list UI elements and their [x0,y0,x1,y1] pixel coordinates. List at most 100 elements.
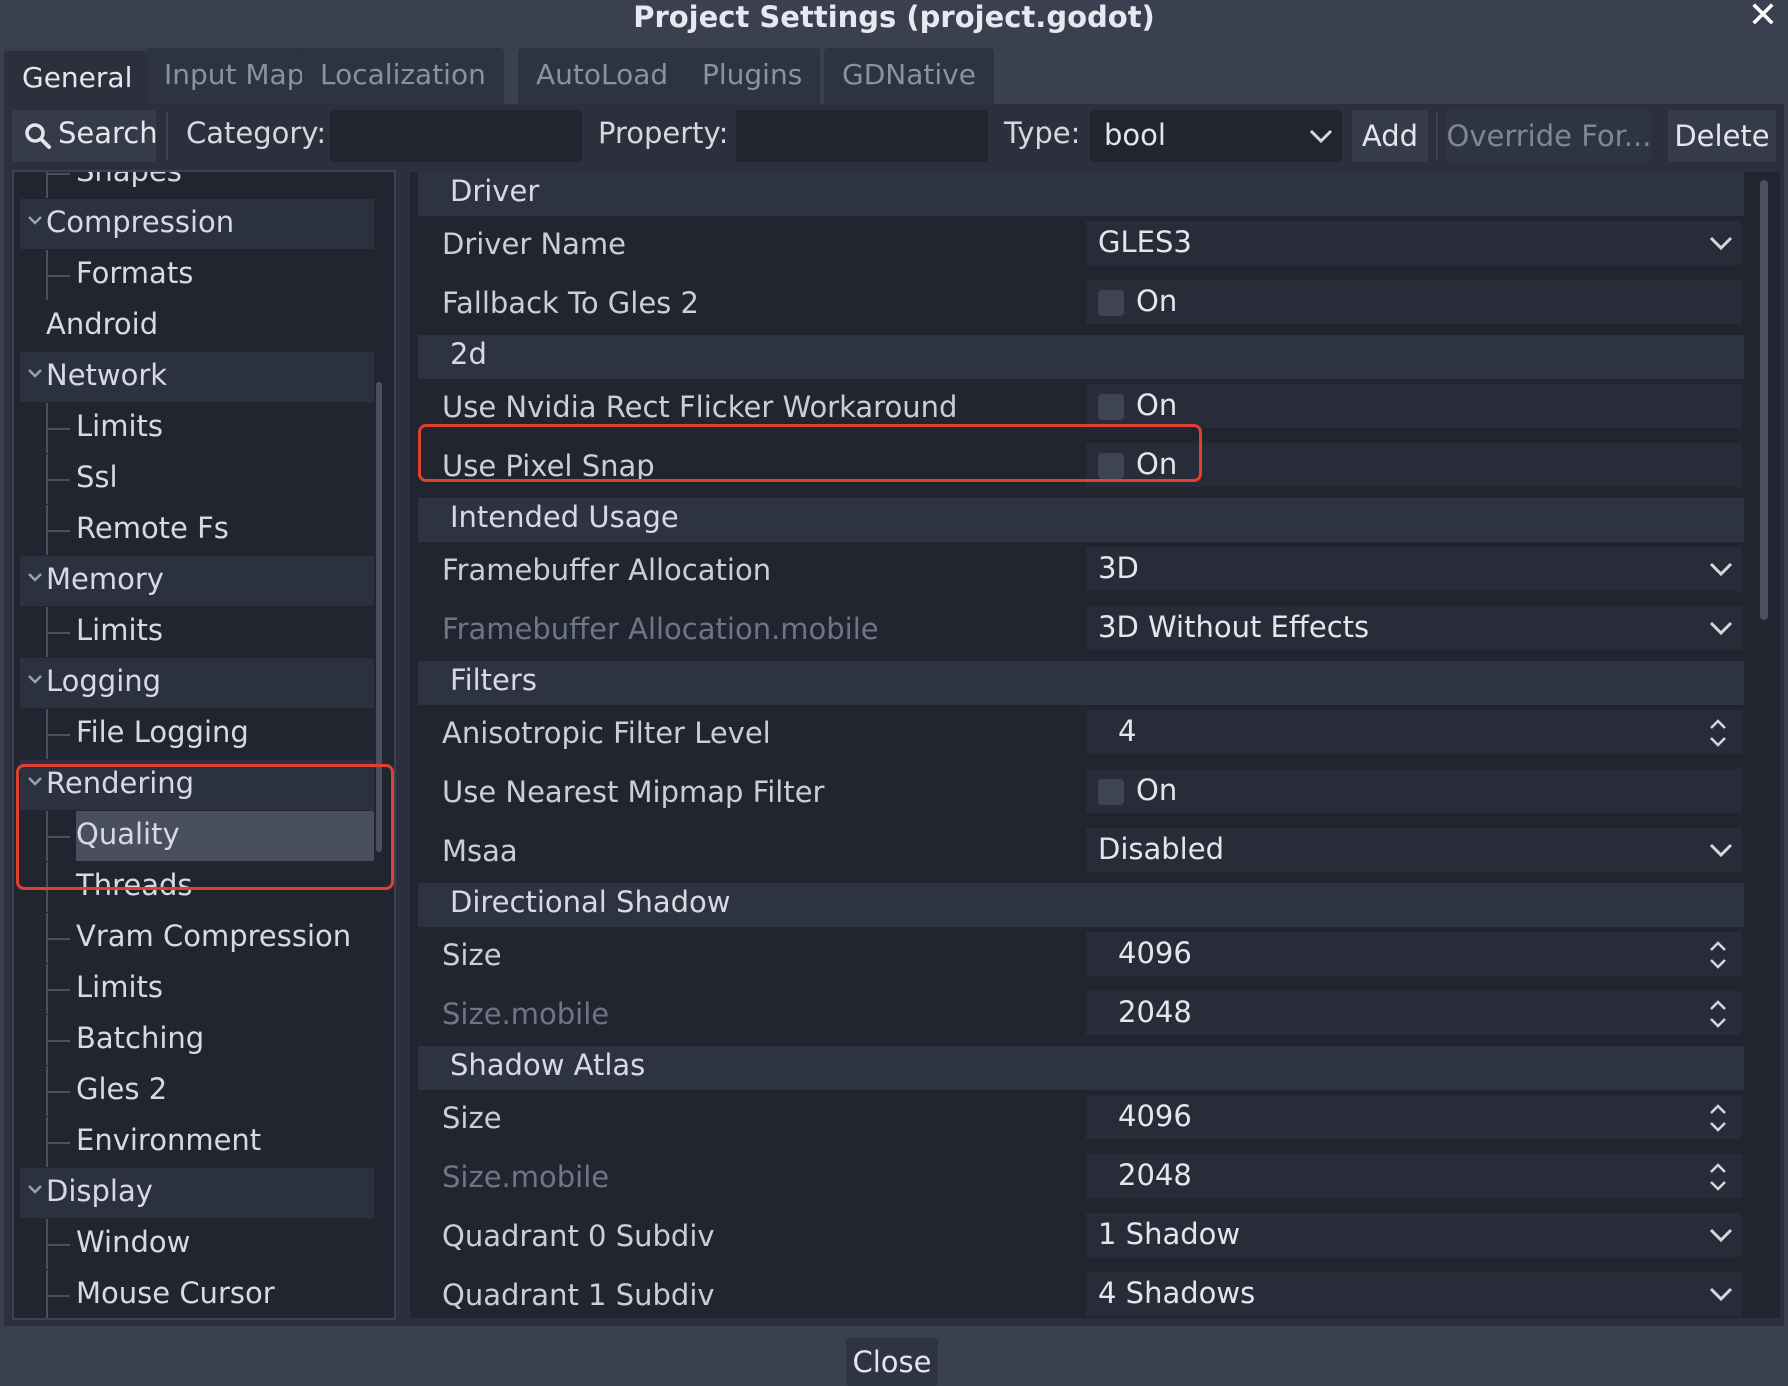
property-checkbox[interactable]: On [1086,280,1742,324]
tab-input-map[interactable]: Input Map [146,48,323,104]
tree-item-label: Formats [76,256,194,290]
spinner-arrows-icon[interactable] [1708,1162,1728,1192]
tree-item-remote-fs[interactable]: Remote Fs [20,505,374,555]
tree-item-limits[interactable]: Limits [20,964,374,1014]
tree-item-limits[interactable]: Limits [20,403,374,453]
property-dropdown[interactable]: 4 Shadows [1086,1272,1742,1316]
tree-item-shapes[interactable]: Shapes [20,172,374,198]
tree-item-network[interactable]: Network [20,352,374,402]
chevron-down-icon[interactable] [26,213,44,227]
property-dropdown[interactable]: GLES3 [1086,221,1742,265]
property-dropdown[interactable]: Disabled [1086,828,1742,872]
property-value: 1 Shadow [1098,1217,1241,1251]
tree-guide-line [48,275,70,277]
property-name: Use Nvidia Rect Flicker Workaround [442,390,958,424]
section-header-label: Shadow Atlas [450,1048,646,1082]
property-name: Fallback To Gles 2 [442,286,699,320]
chevron-down-icon[interactable] [1708,233,1734,253]
chevron-down-icon[interactable] [26,570,44,584]
chevron-down-icon[interactable] [1708,559,1734,579]
section-tree[interactable]: Shapes Compression Formats Android Network Li… [12,170,396,1320]
chevron-down-icon[interactable] [26,672,44,686]
tree-item-mouse-cursor[interactable]: Mouse Cursor [20,1270,374,1318]
property-row-size: Size 4096 [418,928,1744,980]
spinner-arrows-icon[interactable] [1708,999,1728,1029]
property-name: Driver Name [442,227,627,261]
search-button[interactable]: Search [12,110,158,162]
tree-guide-line [48,428,70,430]
tree-item-gles-2[interactable]: Gles 2 [20,1066,374,1116]
section-header-2d: 2d [418,335,1744,379]
property-value: 3D [1098,551,1139,585]
checkbox-label: On [1136,284,1178,318]
property-spinbox[interactable]: 4096 [1086,1095,1742,1139]
property-input[interactable] [736,110,988,162]
chevron-down-icon[interactable] [1708,840,1734,860]
title-bar: Project Settings (project.godot) ✕ [0,0,1788,44]
tree-item-vram-compression[interactable]: Vram Compression [20,913,374,963]
tree-item-ssl[interactable]: Ssl [20,454,374,504]
spinner-arrows-icon[interactable] [1708,940,1728,970]
property-checkbox[interactable]: On [1086,384,1742,428]
checkbox-icon[interactable] [1098,394,1124,420]
tree-item-logging[interactable]: Logging [20,658,374,708]
property-dropdown[interactable]: 3D Without Effects [1086,606,1742,650]
property-value: 2048 [1118,1158,1192,1192]
tab-plugins[interactable]: Plugins [684,48,821,104]
chevron-down-icon[interactable] [26,1182,44,1196]
property-dropdown[interactable]: 1 Shadow [1086,1213,1742,1257]
tree-guide-line [48,1040,70,1042]
property-spinbox[interactable]: 2048 [1086,991,1742,1035]
property-row-framebuffer-allocation-mobile: Framebuffer Allocation.mobile 3D Without … [418,602,1744,654]
tree-item-compression[interactable]: Compression [20,199,374,249]
type-select[interactable]: bool [1090,110,1342,162]
tree-item-batching[interactable]: Batching [20,1015,374,1065]
tree-item-label: Limits [76,613,163,647]
tree-item-android[interactable]: Android [20,301,374,351]
tree-item-formats[interactable]: Formats [20,250,374,300]
chevron-down-icon [1309,129,1333,144]
property-checkbox[interactable]: On [1086,769,1742,813]
tab-gdnative[interactable]: GDNative [824,48,994,104]
tab-autoload[interactable]: AutoLoad [518,48,687,104]
close-button[interactable]: Close [846,1338,938,1386]
chevron-down-icon[interactable] [1708,1284,1734,1304]
tree-item-label: Compression [46,205,235,239]
section-header-intended-usage: Intended Usage [418,498,1744,542]
add-button[interactable]: Add [1352,110,1428,162]
override-for-button[interactable]: Override For... [1446,110,1652,162]
tree-item-limits[interactable]: Limits [20,607,374,657]
chevron-down-icon[interactable] [1708,618,1734,638]
category-input[interactable] [330,110,582,162]
inspector-scrollbar[interactable] [1760,180,1768,620]
tree-item-display[interactable]: Display [20,1168,374,1218]
chevron-down-icon[interactable] [26,366,44,380]
property-spinbox[interactable]: 4096 [1086,932,1742,976]
property-spinbox[interactable]: 4 [1086,710,1742,754]
tree-item-window[interactable]: Window [20,1219,374,1269]
chevron-down-icon[interactable] [1708,1225,1734,1245]
tree-item-label: Window [76,1225,191,1259]
tab-general[interactable]: General [4,48,151,107]
property-name: Use Nearest Mipmap Filter [442,775,825,809]
tab-localization[interactable]: Localization [302,48,504,104]
tree-item-label: File Logging [76,715,249,749]
tree-item-memory[interactable]: Memory [20,556,374,606]
tree-item-environment[interactable]: Environment [20,1117,374,1167]
checkbox-icon[interactable] [1098,290,1124,316]
tree-item-label: Gles 2 [76,1072,168,1106]
property-row-anisotropic-filter-level: Anisotropic Filter Level 4 [418,706,1744,758]
tree-item-file-logging[interactable]: File Logging [20,709,374,759]
tree-item-label: Environment [76,1123,262,1157]
delete-button[interactable]: Delete [1668,110,1776,162]
close-icon[interactable]: ✕ [1748,0,1778,34]
checkbox-icon[interactable] [1098,779,1124,805]
spinner-arrows-icon[interactable] [1708,1103,1728,1133]
spinner-arrows-icon[interactable] [1708,718,1728,748]
property-value: Disabled [1098,832,1224,866]
property-dropdown[interactable]: 3D [1086,547,1742,591]
property-spinbox[interactable]: 2048 [1086,1154,1742,1198]
property-inspector[interactable]: Driver Driver Name GLES3 Fallback To Gles 2… [408,170,1782,1320]
tree-guide-line [48,938,70,940]
section-header-filters: Filters [418,661,1744,705]
